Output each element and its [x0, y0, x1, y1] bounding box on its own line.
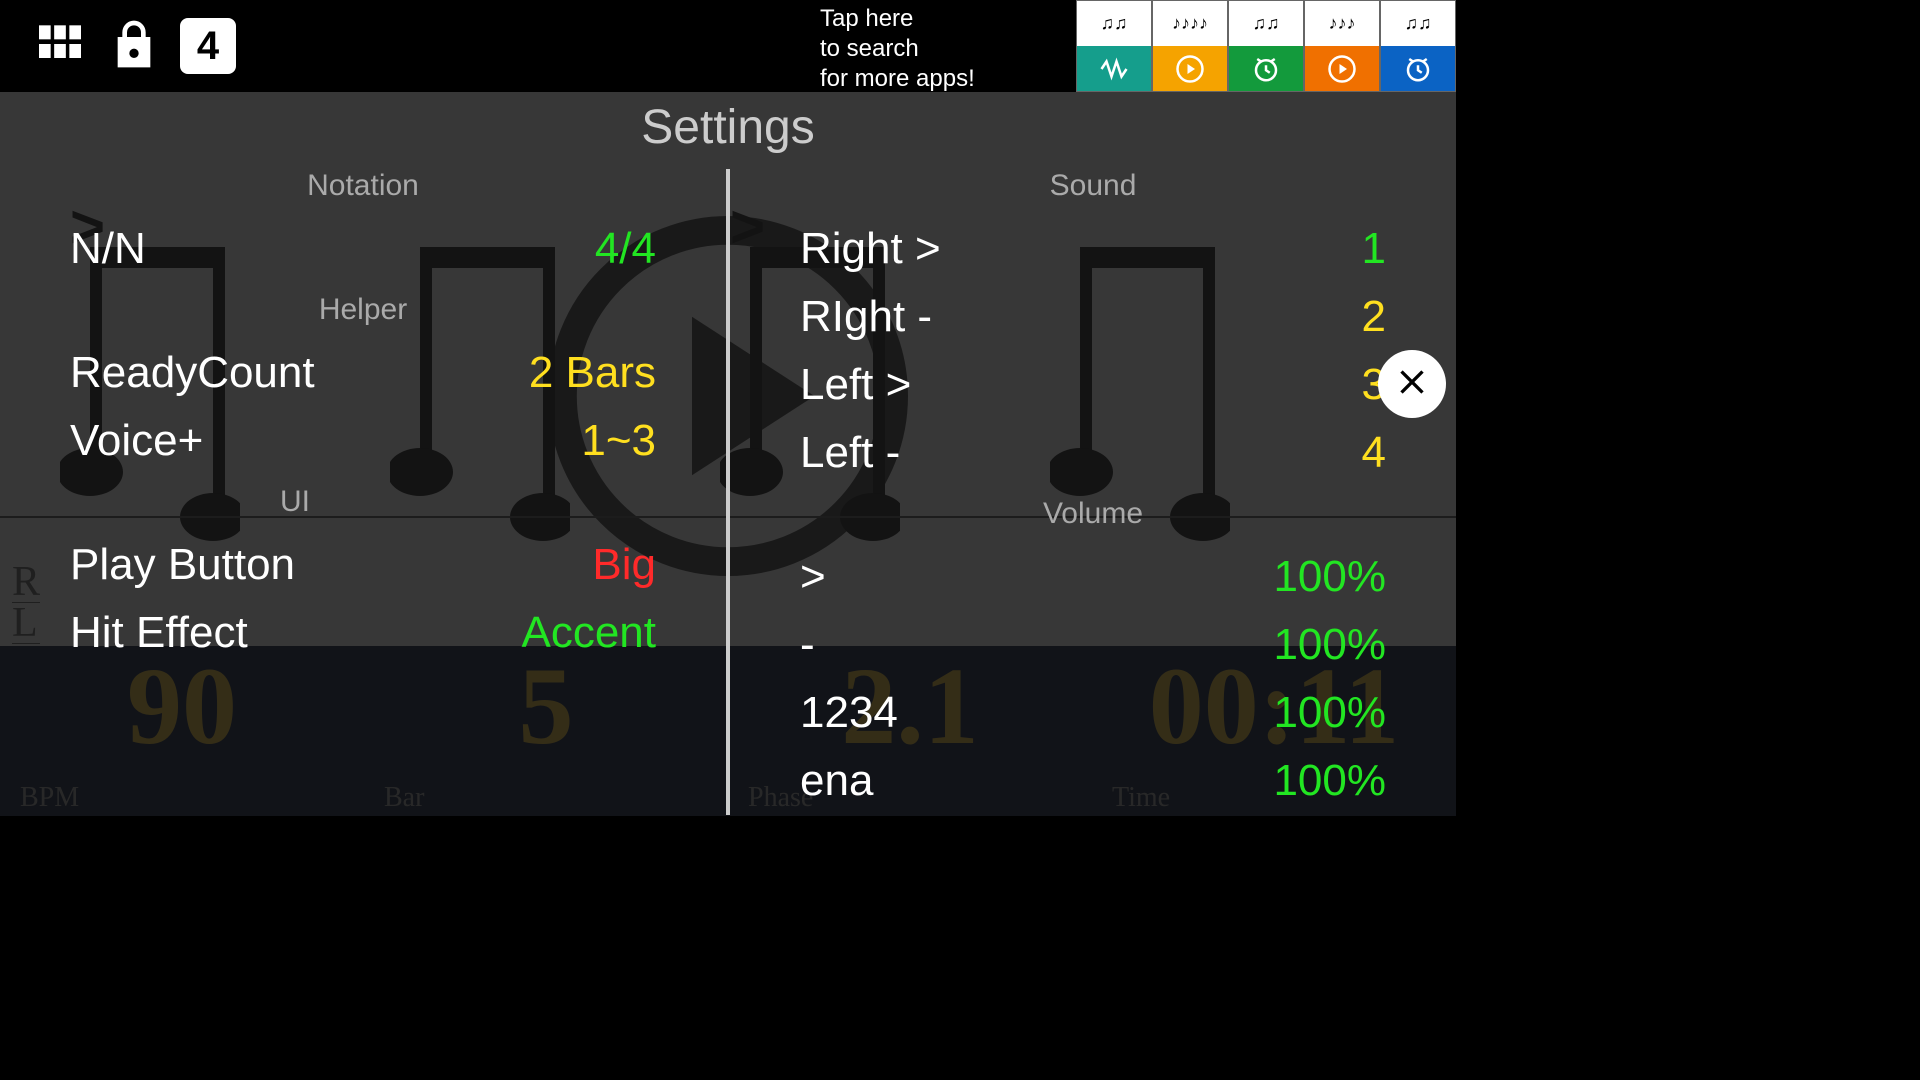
setting-sound-3[interactable]: Left - 4 — [760, 419, 1426, 487]
setting-nn[interactable]: N/N 4/4 — [30, 215, 696, 283]
setting-volume-0[interactable]: > 100% — [760, 543, 1426, 611]
music-notes-icon: ♪♪♪ — [1305, 1, 1379, 46]
setting-value: 100% — [1273, 747, 1386, 815]
setting-sound-0[interactable]: Right > 1 — [760, 215, 1426, 283]
app-link-2[interactable]: ♫♫ — [1228, 0, 1304, 92]
setting-value: 2 — [1362, 283, 1386, 351]
setting-label: Play Button — [70, 531, 295, 599]
top-bar: 4 Tap here to search for more apps! ♫♫ ♪… — [0, 0, 1456, 92]
settings-left-column: Notation N/N 4/4 Helper ReadyCount 2 Bar… — [0, 159, 726, 815]
setting-value: 4 — [1362, 419, 1386, 487]
setting-label: Left > — [800, 351, 911, 419]
app-link-0[interactable]: ♫♫ — [1076, 0, 1152, 92]
search-apps-text[interactable]: Tap here to search for more apps! — [820, 4, 975, 94]
app-links: ♫♫ ♪♪♪♪ ♫♫ ♪♪♪ ♫♫ — [1076, 0, 1456, 92]
time-signature-badge[interactable]: 4 — [180, 18, 236, 74]
setting-voiceplus[interactable]: Voice+ 1~3 — [30, 407, 696, 475]
lock-icon[interactable] — [106, 16, 162, 77]
setting-label: Right > — [800, 215, 941, 283]
setting-value: 2 Bars — [529, 339, 656, 407]
setting-label: ena — [800, 747, 873, 815]
wave-icon — [1077, 46, 1151, 91]
settings-right-column: Sound Right > 1RIght - 2Left > 3Left - 4… — [730, 159, 1456, 815]
setting-readycount[interactable]: ReadyCount 2 Bars — [30, 339, 696, 407]
setting-label: RIght - — [800, 283, 932, 351]
setting-value: 100% — [1273, 679, 1386, 747]
close-button[interactable] — [1378, 350, 1446, 418]
music-notes-icon: ♫♫ — [1077, 1, 1151, 46]
setting-sound-2[interactable]: Left > 3 — [760, 351, 1426, 419]
setting-value: 4/4 — [595, 215, 656, 283]
setting-label: Hit Effect — [70, 599, 248, 667]
setting-label: Left - — [800, 419, 900, 487]
app-link-3[interactable]: ♪♪♪ — [1304, 0, 1380, 92]
setting-label: - — [800, 611, 815, 679]
section-notation-label: Notation — [30, 169, 696, 203]
setting-label: > — [800, 543, 826, 611]
setting-value: Big — [592, 531, 656, 599]
close-icon — [1392, 362, 1432, 407]
clock-icon — [1229, 46, 1303, 91]
setting-value: 100% — [1273, 611, 1386, 679]
settings-panel: Settings Notation N/N 4/4 Helper ReadyCo… — [0, 92, 1456, 816]
setting-sound-1[interactable]: RIght - 2 — [760, 283, 1426, 351]
section-ui-label: UI — [30, 485, 696, 519]
music-notes-icon: ♪♪♪♪ — [1153, 1, 1227, 46]
setting-label: N/N — [70, 215, 146, 283]
music-notes-icon: ♫♫ — [1381, 1, 1455, 46]
setting-value: 1 — [1362, 215, 1386, 283]
setting-label: ReadyCount — [70, 339, 315, 407]
grid-icon[interactable] — [32, 16, 88, 77]
setting-playbutton[interactable]: Play Button Big — [30, 531, 696, 599]
setting-label: Voice+ — [70, 407, 203, 475]
app-link-4[interactable]: ♫♫ — [1380, 0, 1456, 92]
setting-value: Accent — [521, 599, 656, 667]
play-icon — [1153, 46, 1227, 91]
settings-title: Settings — [0, 100, 1456, 155]
setting-label: 1234 — [800, 679, 898, 747]
top-bar-left: 4 — [0, 16, 236, 77]
setting-volume-1[interactable]: - 100% — [760, 611, 1426, 679]
setting-hiteffect[interactable]: Hit Effect Accent — [30, 599, 696, 667]
section-sound-label: Sound — [760, 169, 1426, 203]
music-notes-icon: ♫♫ — [1229, 1, 1303, 46]
setting-value: 1~3 — [581, 407, 656, 475]
setting-volume-2[interactable]: 1234 100% — [760, 679, 1426, 747]
clock-icon — [1381, 46, 1455, 91]
section-helper-label: Helper — [30, 293, 696, 327]
setting-value: 100% — [1273, 543, 1386, 611]
app-link-1[interactable]: ♪♪♪♪ — [1152, 0, 1228, 92]
setting-volume-3[interactable]: ena 100% — [760, 747, 1426, 815]
play-icon — [1305, 46, 1379, 91]
section-volume-label: Volume — [760, 497, 1426, 531]
